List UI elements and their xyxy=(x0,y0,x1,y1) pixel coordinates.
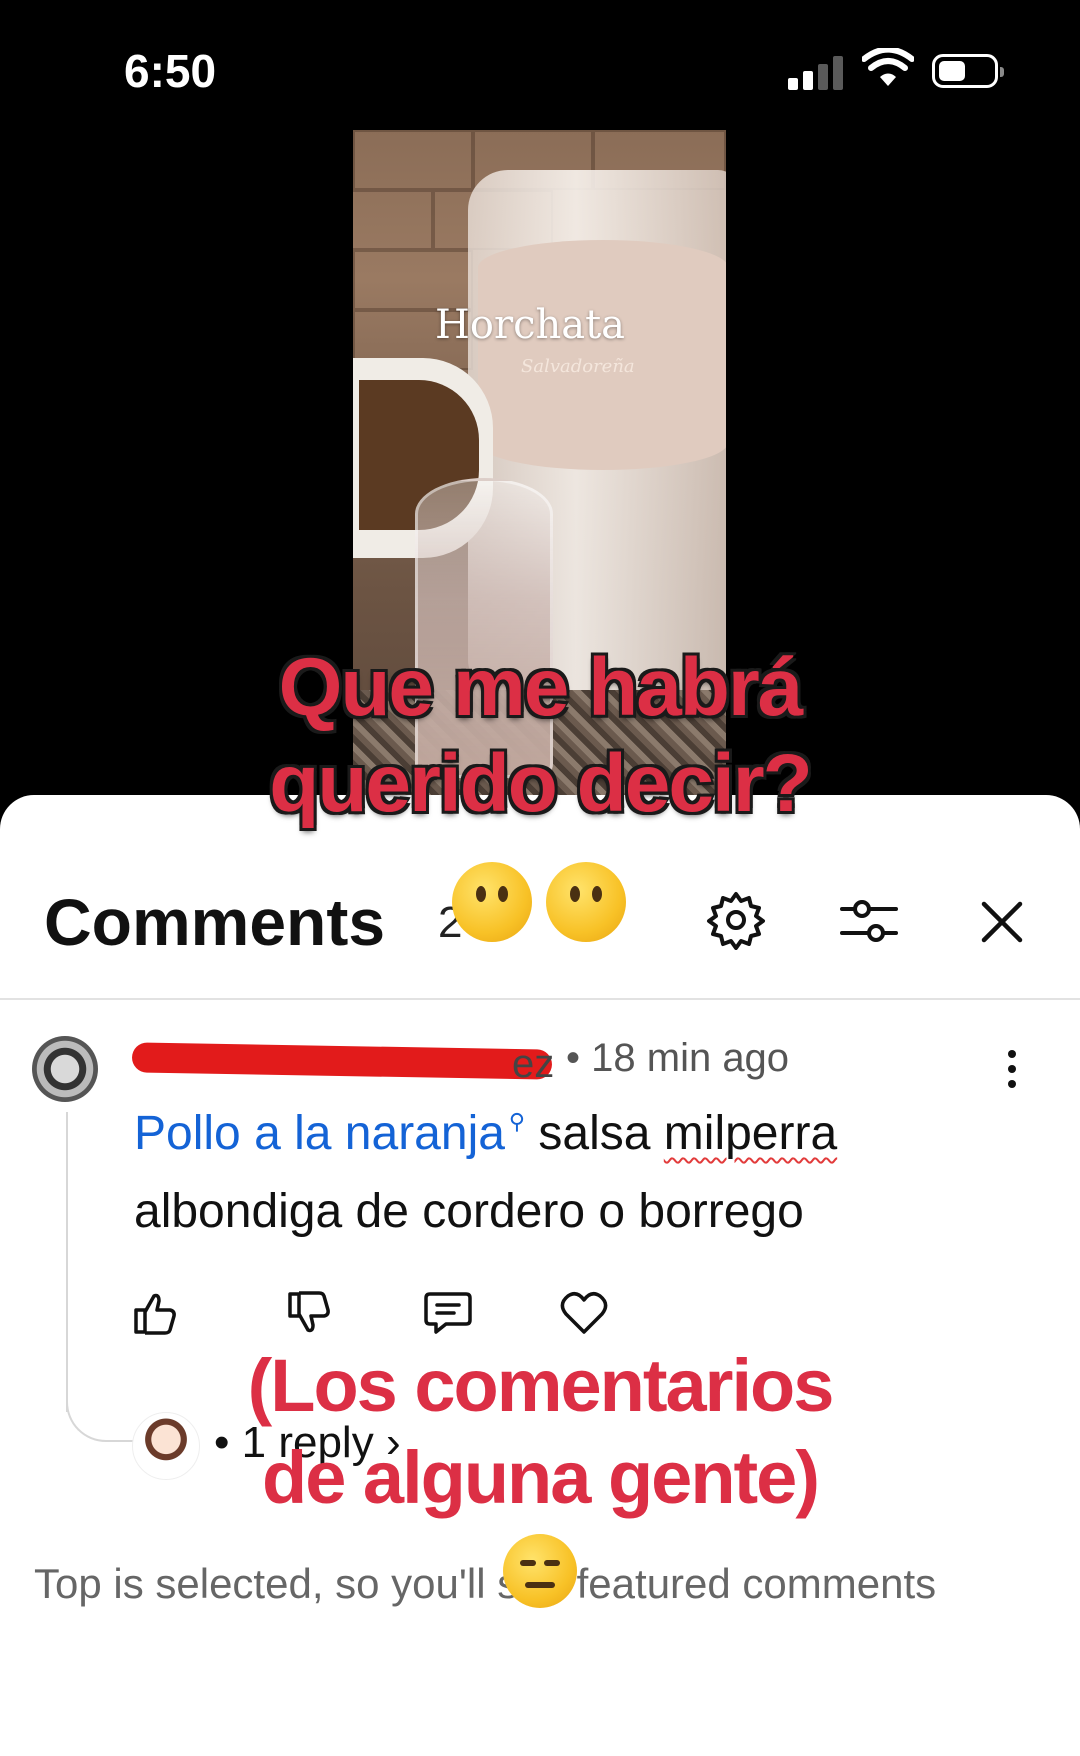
comment-icon[interactable] xyxy=(424,1290,472,1336)
misspelled-word: milperra xyxy=(663,1107,838,1160)
comment-text-line-1: Pollo a la naranja ⚲ salsa milperra xyxy=(134,1106,837,1161)
thumbs-down-icon[interactable] xyxy=(286,1290,332,1336)
overlay-caption-bottom: (Los comentarios de alguna gente) xyxy=(247,1344,835,1519)
comment-time: 18 min ago xyxy=(591,1036,790,1080)
search-link[interactable]: Pollo a la naranja xyxy=(134,1107,505,1160)
thumbs-up-icon[interactable] xyxy=(132,1290,178,1336)
neutral-face-emoji xyxy=(452,862,532,942)
sliders-icon[interactable] xyxy=(840,895,898,947)
cellular-signal-icon xyxy=(788,56,846,90)
overlay-caption-top: Que me habrá querido decir? xyxy=(269,642,813,829)
comments-title: Comments xyxy=(44,885,386,959)
battery-icon xyxy=(932,54,1004,88)
comment-text-line-2: albondiga de cordero o borrego xyxy=(134,1185,804,1238)
search-icon: ⚲ xyxy=(508,1109,526,1134)
close-icon[interactable] xyxy=(980,900,1024,944)
comment-text-part: salsa xyxy=(538,1107,651,1160)
status-time: 6:50 xyxy=(124,45,217,97)
comment-meta: • 18 min ago xyxy=(566,1036,789,1081)
sort-note: Top is selected, so you'll see featured … xyxy=(34,1560,937,1607)
meta-separator: • xyxy=(566,1036,581,1080)
gear-icon[interactable] xyxy=(706,890,766,950)
divider xyxy=(0,998,1080,1000)
neutral-face-emoji xyxy=(546,862,626,942)
username-tail: ez xyxy=(512,1042,555,1086)
commenter-avatar[interactable] xyxy=(32,1036,98,1102)
wifi-icon xyxy=(862,48,914,86)
heart-icon[interactable] xyxy=(560,1290,608,1336)
more-vertical-icon[interactable] xyxy=(1008,1050,1018,1095)
expressionless-face-emoji xyxy=(503,1534,577,1608)
video-title: Horchata xyxy=(435,302,626,348)
video-subtitle: Salvadoreña xyxy=(521,356,635,377)
